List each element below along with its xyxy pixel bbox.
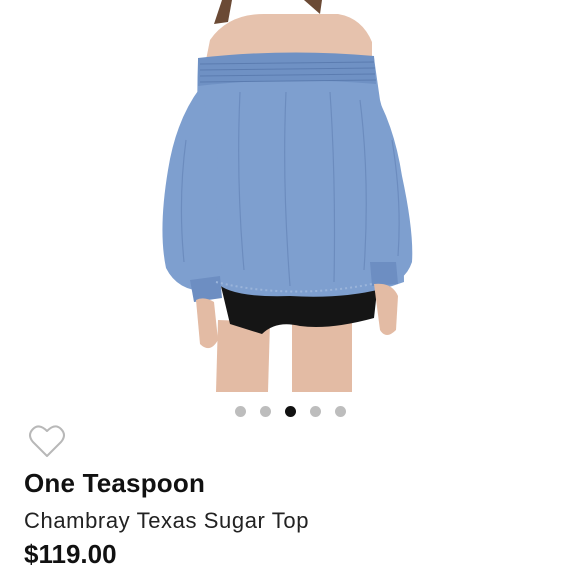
carousel-dot[interactable] [234, 406, 246, 417]
carousel-dot[interactable] [309, 406, 321, 417]
image-carousel-dots [0, 406, 580, 418]
product-brand[interactable]: One Teaspoon [24, 468, 205, 499]
heart-outline-icon [29, 425, 65, 457]
model-hair [214, 0, 232, 24]
product-image[interactable] [0, 0, 580, 398]
product-title[interactable]: Chambray Texas Sugar Top [24, 508, 309, 534]
product-photo [162, 0, 413, 392]
product-price: $119.00 [24, 539, 117, 569]
model-left-hand [196, 298, 218, 349]
like-button[interactable] [28, 423, 66, 459]
carousel-dot-active[interactable] [284, 406, 296, 417]
carousel-dot[interactable] [334, 406, 346, 417]
carousel-dot[interactable] [259, 406, 271, 417]
right-sleeve [368, 88, 413, 286]
model-right-hand [374, 283, 398, 335]
